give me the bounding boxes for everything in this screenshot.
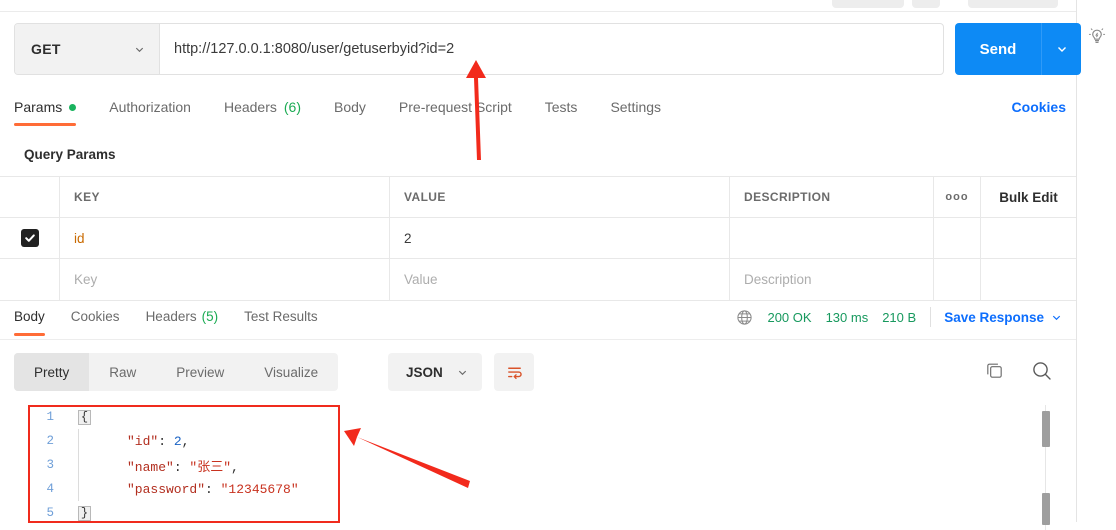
send-button-group: Send [955, 23, 1081, 75]
annotation-highlight-box [28, 405, 340, 523]
table-options-button[interactable]: ooo [934, 177, 981, 217]
tab-params[interactable]: Params [14, 90, 77, 126]
toolbar-ghost-item [968, 0, 1058, 8]
right-sidebar-rail [1076, 0, 1116, 522]
row-key-input[interactable]: id [60, 218, 390, 258]
response-body-scrollbar[interactable] [1042, 405, 1050, 530]
empty-row-key-placeholder: Key [74, 272, 98, 287]
empty-row-description-input[interactable]: Description [730, 259, 934, 300]
save-response-label: Save Response [944, 309, 1044, 325]
response-language-label: JSON [406, 364, 443, 380]
send-options-chevron-down-icon[interactable] [1041, 23, 1081, 75]
tab-headers-count: (6) [283, 99, 301, 115]
empty-row-key-input[interactable]: Key [60, 259, 390, 300]
response-tabs: Body Cookies Headers (5) Test Results [14, 300, 344, 338]
header-cell-key: KEY [60, 177, 390, 217]
response-time: 130 ms [825, 309, 869, 325]
response-language-dropdown[interactable]: JSON [388, 353, 482, 391]
format-tab-visualize[interactable]: Visualize [244, 353, 338, 391]
bulk-edit-button[interactable]: Bulk Edit [981, 177, 1076, 217]
response-tab-test-results[interactable]: Test Results [244, 300, 318, 333]
tab-params-label: Params [14, 99, 63, 115]
header-cell-checkbox [0, 177, 60, 217]
tab-body[interactable]: Body [334, 90, 366, 124]
query-params-heading: Query Params [24, 147, 116, 162]
response-tab-headers[interactable]: Headers (5) [146, 300, 219, 333]
row-description-input[interactable] [730, 218, 934, 258]
table-row: id 2 [0, 218, 1076, 259]
request-response-pane: GET http://127.0.0.1:8080/user/getuserby… [0, 12, 1081, 530]
chevron-down-icon [134, 44, 145, 55]
request-tabs: Params Authorization Headers (6) Body Pr… [14, 90, 1066, 128]
response-tab-headers-count: (5) [201, 309, 219, 324]
response-tab-body[interactable]: Body [14, 300, 45, 336]
cookies-link[interactable]: Cookies [1012, 90, 1066, 124]
row-checkbox[interactable] [0, 218, 60, 258]
format-tab-preview[interactable]: Preview [156, 353, 244, 391]
tab-pre-request-script-label: Pre-request Script [398, 99, 512, 115]
header-cell-description: DESCRIPTION [730, 177, 934, 217]
empty-row-options-spacer [934, 259, 981, 300]
http-method-dropdown[interactable]: GET [15, 24, 160, 74]
query-params-table: KEY VALUE DESCRIPTION ooo Bulk Edit id 2 [0, 176, 1076, 301]
response-format-toolbar: Pretty Raw Preview Visualize JSON [14, 353, 1066, 397]
response-status-meta: 200 OK 130 ms 210 B Save Response [736, 300, 1062, 334]
toolbar-ghost-item [832, 0, 904, 8]
row-bulk-spacer [981, 218, 1076, 258]
tab-authorization[interactable]: Authorization [109, 90, 191, 124]
chevron-down-icon [457, 367, 468, 378]
tab-pre-request-script[interactable]: Pre-request Script [399, 90, 512, 124]
table-header-row: KEY VALUE DESCRIPTION ooo Bulk Edit [0, 177, 1076, 218]
lightbulb-icon[interactable] [1085, 25, 1109, 49]
tab-body-label: Body [334, 99, 366, 115]
response-header: Body Cookies Headers (5) Test Results 20… [0, 300, 1076, 340]
word-wrap-icon[interactable] [494, 353, 534, 391]
tab-settings-label: Settings [610, 99, 662, 115]
globe-icon [736, 309, 753, 326]
save-response-button[interactable]: Save Response [944, 310, 1062, 325]
http-method-label: GET [31, 41, 61, 57]
scrollbar-thumb[interactable] [1042, 493, 1050, 525]
more-options-icon: ooo [945, 191, 969, 203]
response-size: 210 B [882, 309, 917, 325]
format-segmented-control: Pretty Raw Preview Visualize [14, 353, 339, 391]
tab-settings[interactable]: Settings [610, 90, 661, 124]
status-badge: 200 OK [767, 309, 812, 325]
url-input[interactable]: http://127.0.0.1:8080/user/getuserbyid?i… [160, 24, 943, 74]
empty-row-checkbox[interactable] [0, 259, 60, 300]
row-key-text: id [74, 230, 85, 246]
tab-tests-label: Tests [544, 99, 578, 115]
response-tab-cookies[interactable]: Cookies [71, 300, 120, 333]
empty-row-bulk-spacer [981, 259, 1076, 300]
scrollbar-thumb[interactable] [1042, 411, 1050, 447]
chevron-down-icon [1051, 312, 1062, 323]
url-bar: GET http://127.0.0.1:8080/user/getuserby… [14, 23, 1081, 75]
row-value-text: 2 [404, 230, 412, 246]
params-indicator-dot [69, 103, 77, 111]
method-and-url-group: GET http://127.0.0.1:8080/user/getuserby… [14, 23, 944, 75]
format-tab-pretty[interactable]: Pretty [14, 353, 90, 391]
empty-row-value-placeholder: Value [404, 272, 438, 287]
tab-authorization-label: Authorization [109, 99, 191, 115]
tab-headers[interactable]: Headers (6) [224, 90, 301, 124]
empty-row-description-placeholder: Description [744, 272, 812, 287]
send-button[interactable]: Send [955, 23, 1041, 75]
checkbox-checked-icon[interactable] [20, 229, 39, 247]
empty-row-value-input[interactable]: Value [390, 259, 730, 300]
copy-icon[interactable] [984, 360, 1008, 384]
toolbar-ghost-item [912, 0, 940, 8]
row-value-input[interactable]: 2 [390, 218, 730, 258]
row-options-spacer [934, 218, 981, 258]
search-icon[interactable] [1030, 359, 1056, 385]
tab-headers-label: Headers [223, 99, 277, 115]
meta-divider [930, 307, 932, 327]
response-tab-headers-label: Headers [145, 309, 197, 324]
tab-tests[interactable]: Tests [545, 90, 578, 124]
header-cell-value: VALUE [390, 177, 730, 217]
table-row-empty: Key Value Description [0, 259, 1076, 300]
format-tab-raw[interactable]: Raw [89, 353, 156, 391]
